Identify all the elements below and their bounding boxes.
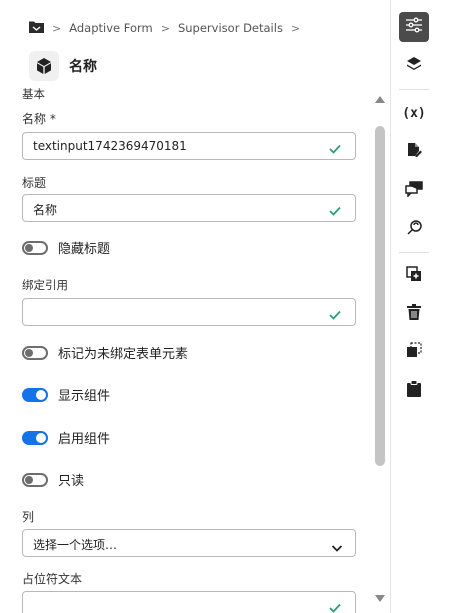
unbound-toggle[interactable] — [22, 345, 48, 360]
tool-divider — [399, 252, 429, 253]
readonly-toggle[interactable] — [22, 472, 48, 487]
hide-title-label: 隐藏标题 — [58, 242, 111, 257]
breadcrumb: > Adaptive Form > Supervisor Details > — [29, 18, 308, 38]
title-field[interactable]: 名称 — [22, 194, 356, 222]
chevron-right-icon: > — [290, 21, 301, 35]
layers-icon — [406, 56, 422, 76]
checkmark-icon — [329, 305, 341, 324]
scrollbar-thumb[interactable] — [375, 126, 385, 466]
show-component-toggle-row[interactable]: 显示组件 — [22, 385, 110, 404]
scroll-down-arrow-icon[interactable] — [375, 595, 385, 602]
title-field-value: 名称 — [33, 203, 58, 217]
readonly-label: 只读 — [58, 474, 85, 489]
layers-button[interactable] — [399, 51, 429, 81]
column-select-value: 选择一个选项… — [33, 538, 118, 552]
column-select[interactable]: 选择一个选项… — [22, 529, 356, 557]
copy-icon — [406, 342, 422, 362]
tool-rail: (x) — [391, 0, 456, 613]
variables-button[interactable]: (x) — [399, 98, 429, 128]
name-field-value: textinput1742369470181 — [33, 139, 187, 153]
folder-icon[interactable] — [29, 20, 44, 36]
copy-button[interactable] — [399, 337, 429, 367]
rules-button[interactable] — [399, 137, 429, 167]
tool-divider — [399, 89, 429, 90]
search-replace-button[interactable] — [399, 214, 429, 244]
column-label: 列 — [22, 510, 35, 524]
checkmark-icon — [329, 201, 341, 220]
document-edit-icon — [406, 142, 422, 163]
enable-component-label: 启用组件 — [58, 432, 111, 447]
show-component-label: 显示组件 — [58, 389, 111, 404]
section-heading-basic: 基本 — [22, 88, 45, 101]
chevron-right-icon: > — [52, 21, 62, 35]
chevron-down-icon — [331, 538, 343, 557]
properties-button[interactable] — [399, 12, 429, 42]
binding-reference-field[interactable] — [22, 298, 356, 326]
hide-title-toggle-row[interactable]: 隐藏标题 — [22, 238, 110, 257]
breadcrumb-item-adaptive-form[interactable]: Adaptive Form — [69, 21, 153, 35]
chevron-right-icon: > — [160, 21, 170, 35]
cube-icon — [29, 51, 59, 81]
properties-panel: > Adaptive Form > Supervisor Details > 名… — [0, 0, 390, 613]
trash-icon — [407, 304, 421, 324]
title-label: 标题 — [22, 176, 47, 190]
hide-title-toggle[interactable] — [22, 240, 48, 255]
name-label: 名称 * — [22, 112, 56, 126]
duplicate-button[interactable] — [399, 261, 429, 291]
component-title: 名称 — [69, 59, 97, 75]
placeholder-text-field[interactable] — [22, 591, 356, 613]
checkmark-icon — [329, 139, 341, 158]
search-replace-icon — [406, 219, 423, 240]
enable-component-toggle[interactable] — [22, 430, 48, 445]
scroll-up-arrow-icon[interactable] — [375, 96, 385, 103]
placeholder-text-label: 占位符文本 — [22, 572, 83, 586]
delete-button[interactable] — [399, 299, 429, 329]
properties-scroll-area: 基本 名称 * textinput1742369470181 标题 名称 隐藏标… — [0, 88, 390, 613]
unbound-label: 标记为未绑定表单元素 — [58, 347, 189, 362]
breadcrumb-item-supervisor-details[interactable]: Supervisor Details — [178, 21, 283, 35]
comments-icon — [405, 181, 423, 201]
show-component-toggle[interactable] — [22, 387, 48, 402]
component-header: 名称 — [29, 51, 97, 81]
checkmark-icon — [329, 598, 341, 613]
variable-icon: (x) — [402, 105, 426, 121]
name-field[interactable]: textinput1742369470181 — [22, 132, 356, 160]
clipboard-icon — [407, 379, 421, 401]
unbound-toggle-row[interactable]: 标记为未绑定表单元素 — [22, 343, 188, 362]
enable-component-toggle-row[interactable]: 启用组件 — [22, 428, 110, 447]
binding-reference-label: 绑定引用 — [22, 278, 68, 292]
comments-button[interactable] — [399, 176, 429, 206]
paste-button[interactable] — [399, 375, 429, 405]
readonly-toggle-row[interactable]: 只读 — [22, 470, 84, 489]
duplicate-icon — [406, 266, 422, 286]
sliders-icon — [405, 17, 423, 37]
properties-scrollbar[interactable] — [372, 88, 388, 613]
